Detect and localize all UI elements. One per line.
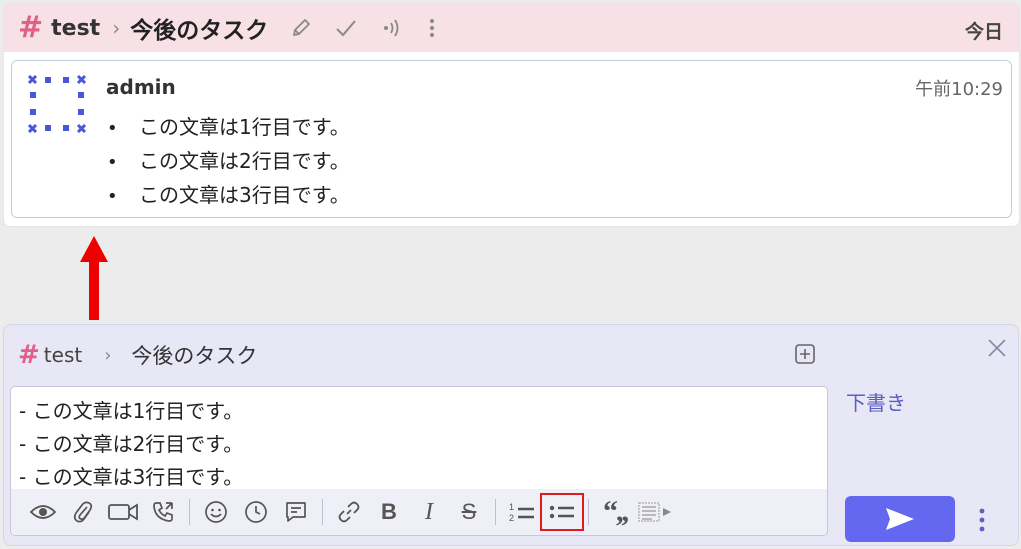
- message-bullet-list: • この文章は1行目です。 • この文章は2行目です。 • この文章は3行目です。: [107, 111, 350, 213]
- preview-eye-icon[interactable]: [23, 495, 63, 529]
- ordered-list-number: 1: [509, 502, 514, 512]
- list-item: • この文章は2行目です。: [107, 145, 350, 179]
- topic-header: # test › 今後のタスク 今日: [4, 4, 1019, 52]
- message-timestamp[interactable]: 午前10:29: [915, 75, 1003, 101]
- check-icon[interactable]: [334, 17, 358, 39]
- clock-icon[interactable]: [236, 495, 276, 529]
- quote-button[interactable]: “,,: [595, 495, 635, 529]
- link-icon[interactable]: [329, 495, 369, 529]
- stream-name[interactable]: test: [51, 16, 100, 41]
- ordered-list-button[interactable]: 1 2: [502, 495, 542, 529]
- ordered-list-number: 2: [509, 513, 514, 523]
- strikethrough-button[interactable]: S: [449, 495, 489, 529]
- compose-stream-name[interactable]: test: [44, 343, 82, 367]
- toolbar-divider: [495, 499, 496, 525]
- list-item-text: この文章は1行目です。: [139, 115, 350, 139]
- bullet-marker: •: [107, 186, 118, 207]
- compose-textarea[interactable]: - この文章は1行目です。 - この文章は2行目です。 - この文章は3行目です…: [10, 386, 828, 536]
- list-item: • この文章は3行目です。: [107, 179, 350, 213]
- emoji-icon[interactable]: [196, 495, 236, 529]
- close-icon[interactable]: [986, 337, 1008, 359]
- bulleted-list-button[interactable]: [540, 493, 584, 531]
- compose-line[interactable]: - この文章は1行目です。: [19, 395, 243, 428]
- phone-icon[interactable]: [143, 495, 183, 529]
- date-label: 今日: [964, 21, 1003, 43]
- list-item-text: この文章は2行目です。: [139, 149, 350, 173]
- toolbar-divider: [588, 499, 589, 525]
- send-options-more-icon[interactable]: [972, 505, 992, 535]
- list-item: • この文章は1行目です。: [107, 111, 350, 145]
- toolbar-divider: [189, 499, 190, 525]
- audio-icon[interactable]: [380, 17, 406, 39]
- topic-name[interactable]: 今後のタスク: [130, 11, 268, 45]
- send-icon: [886, 508, 914, 530]
- video-call-icon[interactable]: [103, 495, 143, 529]
- chevron-right-icon: ›: [112, 16, 121, 40]
- avatar[interactable]: [28, 75, 86, 133]
- hash-icon: #: [18, 10, 44, 45]
- send-button[interactable]: [845, 496, 955, 542]
- drafts-link[interactable]: 下書き: [846, 387, 906, 416]
- annotation-arrow-icon: [80, 236, 108, 320]
- hash-icon: #: [18, 340, 40, 370]
- message-feed-panel: # test › 今後のタスク 今日 admin 午前10:29 • この文章は…: [4, 4, 1019, 226]
- code-block-icon[interactable]: [635, 495, 675, 529]
- toolbar-divider: [322, 499, 323, 525]
- poll-message-icon[interactable]: [276, 495, 316, 529]
- more-vertical-icon[interactable]: [428, 17, 436, 39]
- sender-name[interactable]: admin: [106, 75, 176, 99]
- compose-box: # test › 今後のタスク - この文章は1行目です。 - この文章は2行目…: [3, 324, 1019, 546]
- message-row[interactable]: admin 午前10:29 • この文章は1行目です。 • この文章は2行目です。 …: [11, 60, 1012, 218]
- add-square-icon[interactable]: [794, 343, 816, 365]
- formatting-toolbar: B I S 1 2 “,,: [11, 489, 827, 535]
- compose-line[interactable]: - この文章は2行目です。: [19, 428, 243, 461]
- bold-button[interactable]: B: [369, 495, 409, 529]
- compose-recipient[interactable]: # test › 今後のタスク: [18, 339, 257, 371]
- list-item-text: この文章は3行目です。: [139, 183, 350, 207]
- italic-button[interactable]: I: [409, 495, 449, 529]
- paperclip-icon[interactable]: [63, 495, 103, 529]
- bullet-marker: •: [107, 118, 118, 139]
- bullet-marker: •: [107, 152, 118, 173]
- compose-topic-input[interactable]: 今後のタスク: [131, 340, 257, 370]
- pencil-icon[interactable]: [290, 17, 312, 39]
- chevron-right-icon: ›: [104, 344, 112, 366]
